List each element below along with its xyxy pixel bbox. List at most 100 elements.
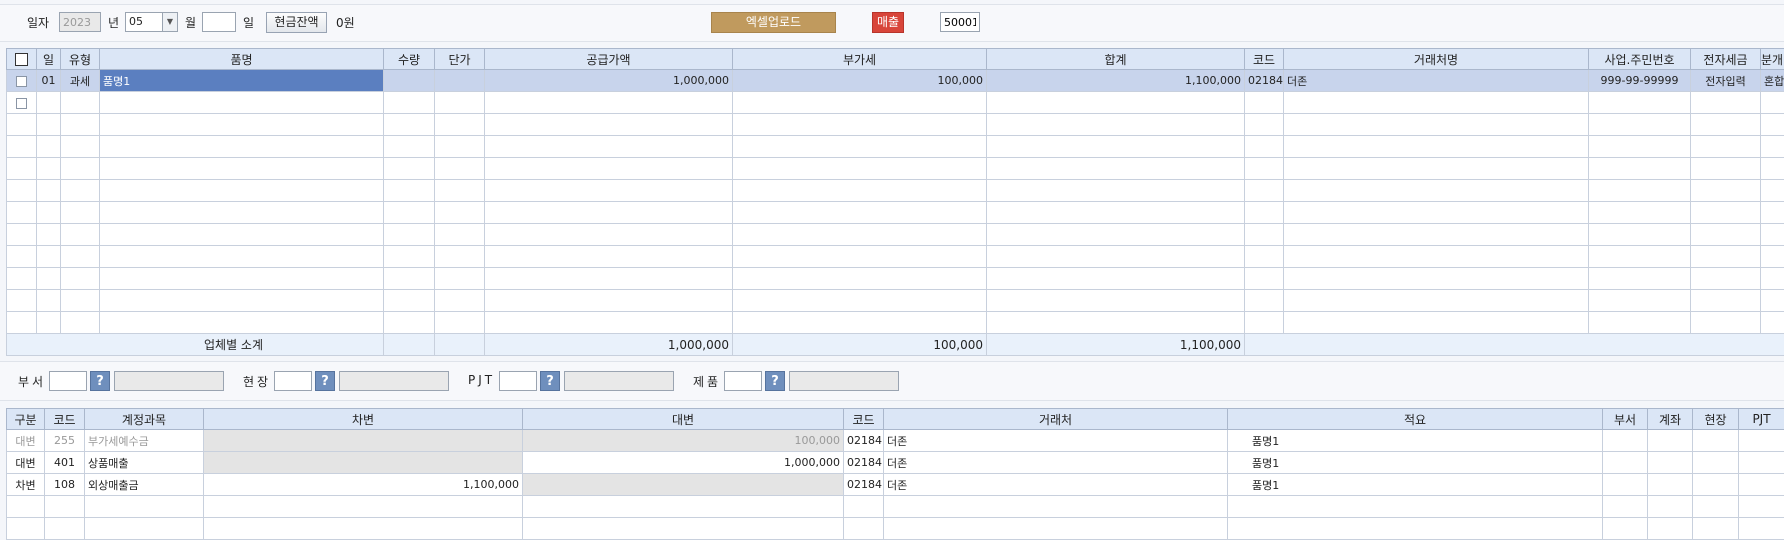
jcell-debit[interactable] <box>204 452 523 474</box>
cell-bizno[interactable]: 999-99-99999 <box>1589 70 1691 92</box>
jcell-debit[interactable]: 1,100,000 <box>204 474 523 496</box>
col-client[interactable]: 거래처명 <box>1284 49 1589 70</box>
table-row[interactable] <box>7 312 1784 334</box>
dept-input[interactable] <box>49 371 87 391</box>
jcell-ccode[interactable]: 02184 <box>844 452 884 474</box>
jcol-code[interactable]: 코드 <box>45 409 85 430</box>
jcell-account[interactable]: 외상매출금 <box>85 474 204 496</box>
jcell-client[interactable]: 더존 <box>884 452 1228 474</box>
jcol-dept[interactable]: 부서 <box>1603 409 1648 430</box>
pjt-input[interactable] <box>499 371 537 391</box>
cell-type[interactable]: 과세 <box>61 70 100 92</box>
journal-row[interactable] <box>7 496 1784 518</box>
cell-item[interactable]: 품명1 <box>100 70 384 92</box>
table-row[interactable] <box>7 224 1784 246</box>
jcell-ccode[interactable]: 02184 <box>844 474 884 496</box>
col-day[interactable]: 일 <box>37 49 61 70</box>
site-input[interactable] <box>274 371 312 391</box>
product-help-icon[interactable]: ? <box>765 371 785 391</box>
journal-row[interactable]: 대변 255 부가세예수금 100,000 02184 더존 품명1 <box>7 430 1784 452</box>
col-price[interactable]: 단가 <box>435 49 485 70</box>
jcell-memo[interactable]: 품명1 <box>1228 474 1603 496</box>
jcell-credit[interactable]: 100,000 <box>523 430 844 452</box>
jcol-account[interactable]: 계정과목 <box>85 409 204 430</box>
cell-day[interactable]: 01 <box>37 70 61 92</box>
col-supply[interactable]: 공급가액 <box>485 49 733 70</box>
jcell-code[interactable]: 401 <box>45 452 85 474</box>
cell-supply[interactable]: 1,000,000 <box>485 70 733 92</box>
journal-row[interactable] <box>7 518 1784 540</box>
jcell-memo[interactable]: 품명1 <box>1228 452 1603 474</box>
table-row[interactable] <box>7 246 1784 268</box>
dept-help-icon[interactable]: ? <box>90 371 110 391</box>
jcell-div[interactable]: 차변 <box>7 474 45 496</box>
table-row[interactable] <box>7 202 1784 224</box>
cell-vat[interactable]: 100,000 <box>733 70 987 92</box>
journal-row[interactable]: 대변 401 상품매출 1,000,000 02184 더존 품명1 <box>7 452 1784 474</box>
cell-code[interactable]: 02184 <box>1245 70 1284 92</box>
cell-client[interactable]: 더존 <box>1284 70 1589 92</box>
jcell-div[interactable]: 대변 <box>7 430 45 452</box>
table-row[interactable] <box>7 290 1784 312</box>
col-entry[interactable]: 분개 <box>1761 49 1784 70</box>
jcell-code[interactable]: 108 <box>45 474 85 496</box>
table-row[interactable] <box>7 136 1784 158</box>
col-total[interactable]: 합계 <box>987 49 1245 70</box>
jcell-div[interactable]: 대변 <box>7 452 45 474</box>
jcol-client[interactable]: 거래처 <box>884 409 1228 430</box>
site-help-icon[interactable]: ? <box>315 371 335 391</box>
jcol-pjt[interactable]: PJT <box>1739 409 1784 430</box>
table-row[interactable]: 01 과세 품명1 1,000,000 100,000 1,100,000 02… <box>7 70 1784 92</box>
jcol-debit[interactable]: 차변 <box>204 409 523 430</box>
code-input[interactable] <box>940 12 980 32</box>
jcell-account[interactable]: 상품매출 <box>85 452 204 474</box>
row-checkbox[interactable] <box>7 92 37 114</box>
jcol-account-no[interactable]: 계좌 <box>1648 409 1693 430</box>
jcell-account[interactable]: 부가세예수금 <box>85 430 204 452</box>
jcol-div[interactable]: 구분 <box>7 409 45 430</box>
journal-row[interactable]: 차변 108 외상매출금 1,100,000 02184 더존 품명1 <box>7 474 1784 496</box>
pjt-help-icon[interactable]: ? <box>540 371 560 391</box>
table-row[interactable] <box>7 114 1784 136</box>
jcell-ccode[interactable]: 02184 <box>844 430 884 452</box>
col-vat[interactable]: 부가세 <box>733 49 987 70</box>
jcell-memo[interactable]: 품명1 <box>1228 430 1603 452</box>
cell-qty[interactable] <box>384 70 435 92</box>
product-input[interactable] <box>724 371 762 391</box>
jcell-client[interactable]: 더존 <box>884 474 1228 496</box>
col-type[interactable]: 유형 <box>61 49 100 70</box>
jcell-credit[interactable] <box>523 474 844 496</box>
col-qty[interactable]: 수량 <box>384 49 435 70</box>
month-select[interactable]: 05 ▼ <box>125 12 178 32</box>
select-all-checkbox[interactable] <box>7 49 37 70</box>
table-row[interactable] <box>7 92 1784 114</box>
sales-button[interactable]: 매출 <box>872 12 904 33</box>
table-row[interactable] <box>7 158 1784 180</box>
cash-balance-value: 0원 <box>336 14 355 31</box>
jcol-memo[interactable]: 적요 <box>1228 409 1603 430</box>
cash-balance-button[interactable]: 현금잔액 <box>266 12 327 33</box>
jcell-credit[interactable]: 1,000,000 <box>523 452 844 474</box>
cell-etax[interactable]: 전자입력 <box>1691 70 1761 92</box>
table-row[interactable] <box>7 180 1784 202</box>
jcol-credit[interactable]: 대변 <box>523 409 844 430</box>
day-input[interactable] <box>202 12 236 32</box>
jcell-code[interactable]: 255 <box>45 430 85 452</box>
excel-upload-button[interactable]: 엑셀업로드 <box>711 12 836 33</box>
jcol-ccode[interactable]: 코드 <box>844 409 884 430</box>
cell-price[interactable] <box>435 70 485 92</box>
table-row[interactable] <box>7 268 1784 290</box>
year-input[interactable] <box>59 12 101 32</box>
row-checkbox[interactable] <box>7 70 37 92</box>
cell-total[interactable]: 1,100,000 <box>987 70 1245 92</box>
jcell-client[interactable]: 더존 <box>884 430 1228 452</box>
col-item[interactable]: 품명 <box>100 49 384 70</box>
col-code[interactable]: 코드 <box>1245 49 1284 70</box>
jcol-site[interactable]: 현장 <box>1693 409 1739 430</box>
col-etax[interactable]: 전자세금 <box>1691 49 1761 70</box>
cell-entry[interactable]: 혼합 <box>1761 70 1784 92</box>
chevron-down-icon[interactable]: ▼ <box>162 13 177 31</box>
col-bizno[interactable]: 사업.주민번호 <box>1589 49 1691 70</box>
subtotal-vat: 100,000 <box>733 334 987 356</box>
jcell-debit[interactable] <box>204 430 523 452</box>
